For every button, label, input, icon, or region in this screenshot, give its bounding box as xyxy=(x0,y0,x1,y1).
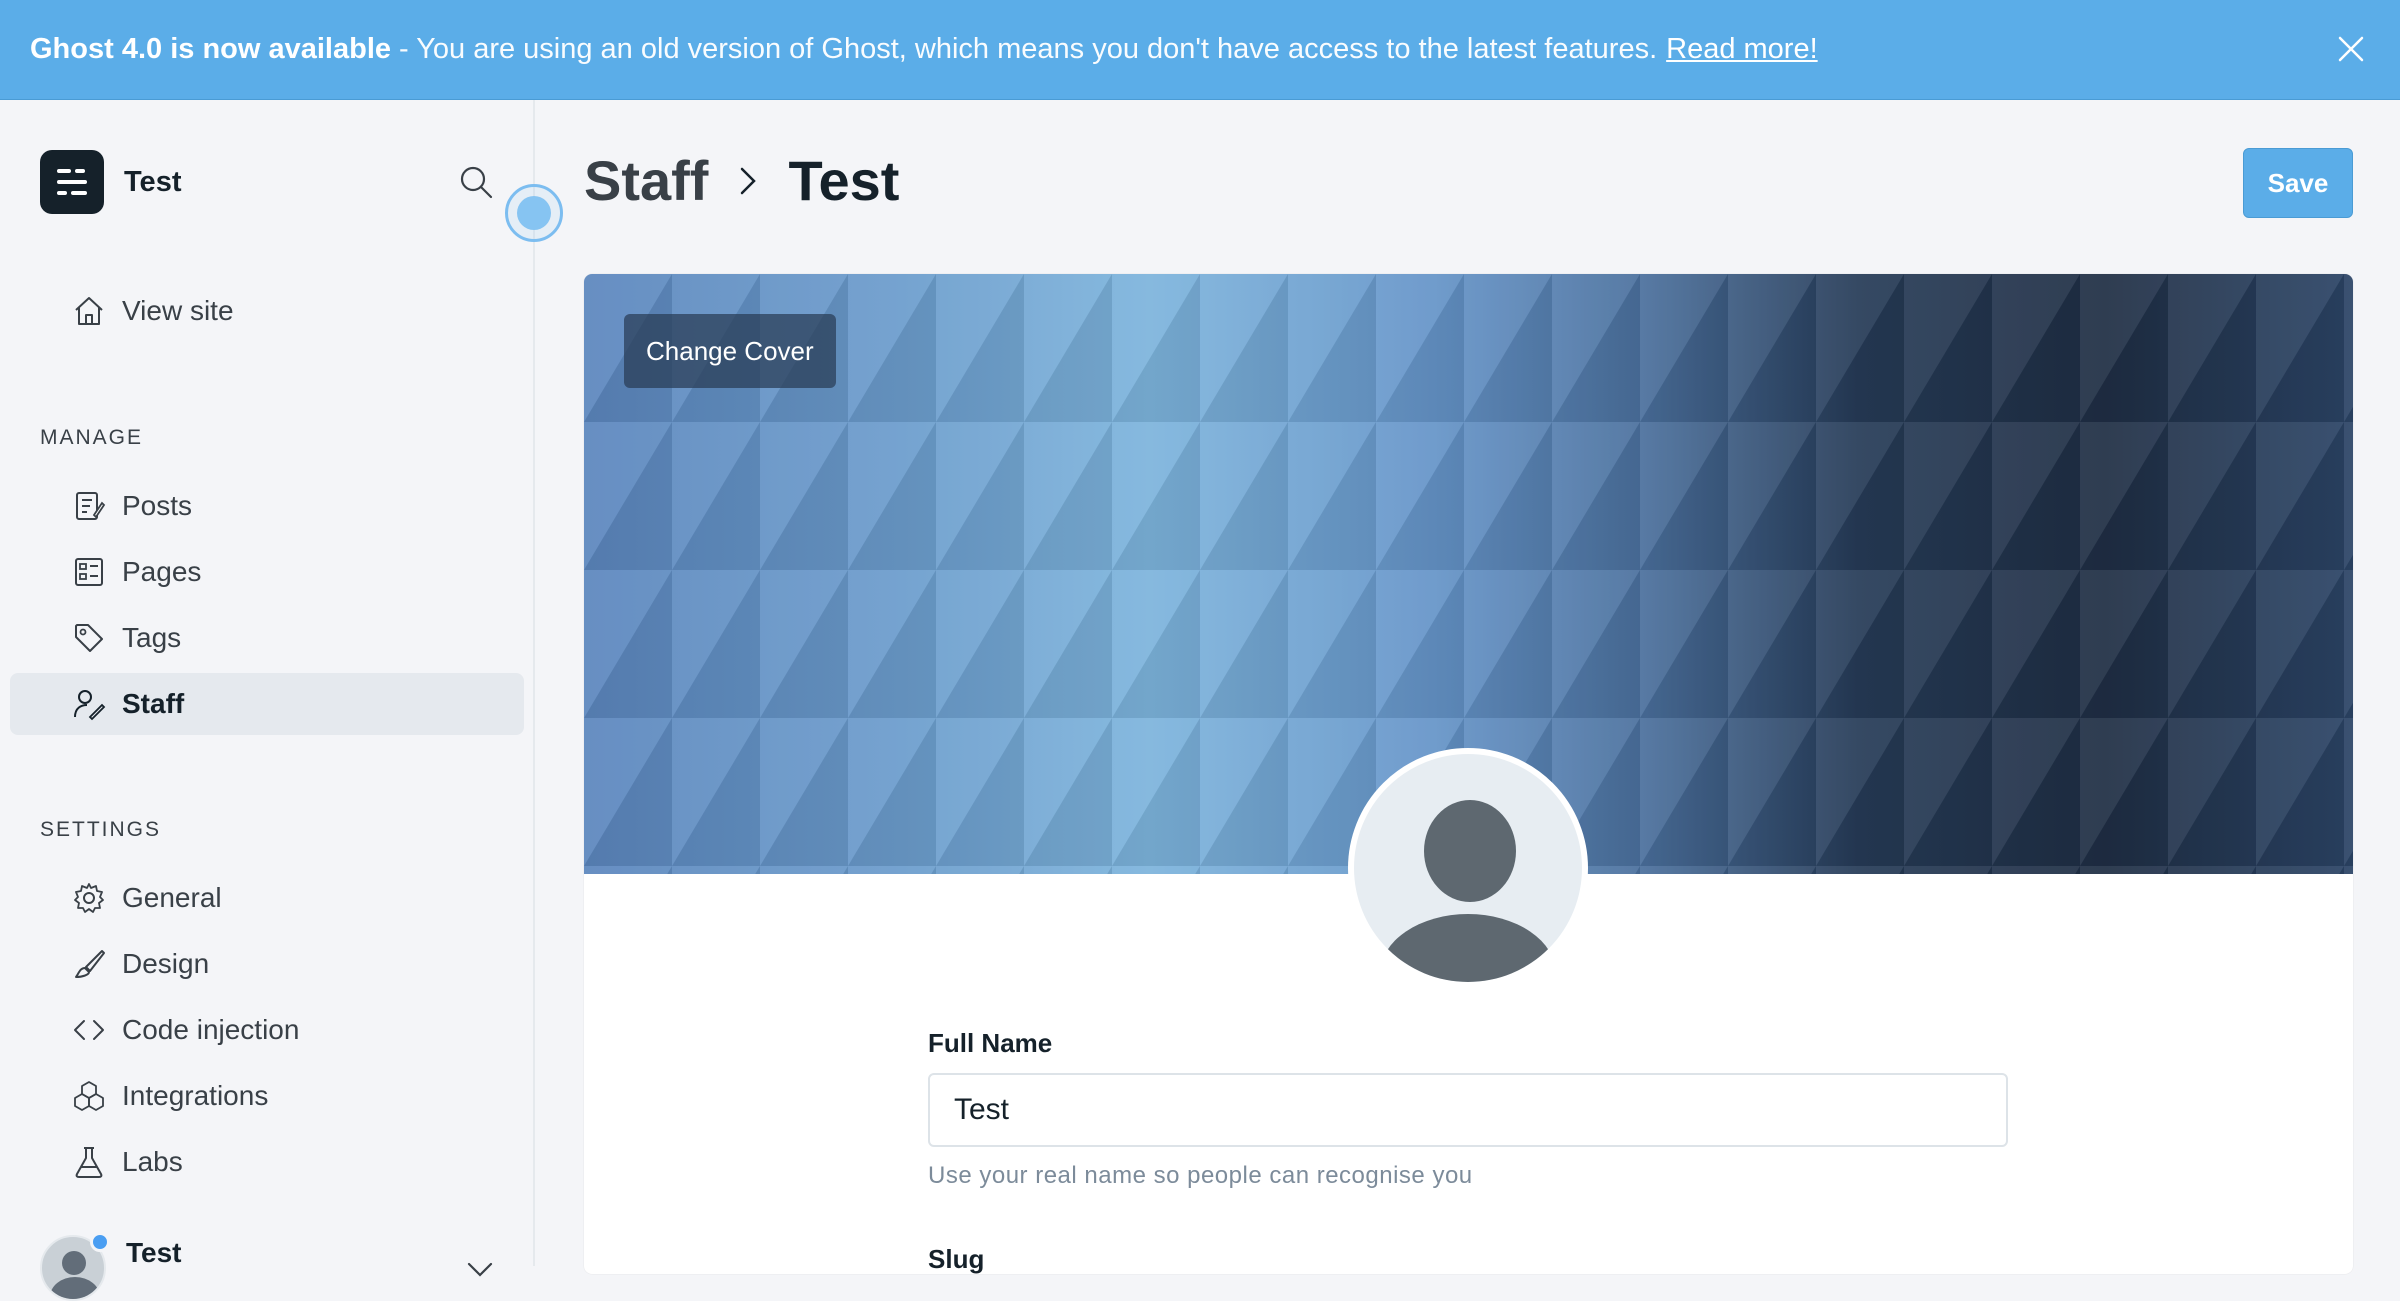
sidebar: Test View site MANAGE Posts Pages Tags S… xyxy=(0,100,563,1301)
banner-read-more-link[interactable]: Read more! xyxy=(1666,33,1818,66)
site-header[interactable]: Test xyxy=(40,150,181,214)
breadcrumb-staff-link[interactable]: Staff xyxy=(584,148,708,213)
profile-card: Change Cover Full Name Use your real nam… xyxy=(584,274,2353,1274)
flask-icon xyxy=(75,1147,103,1178)
nav-view-site[interactable]: View site xyxy=(10,280,524,342)
nav-design[interactable]: Design xyxy=(10,933,524,995)
brush-icon xyxy=(75,950,105,978)
nav-tags-label: Tags xyxy=(122,622,182,653)
user-menu[interactable]: Test xyxy=(40,1235,182,1301)
full-name-label: Full Name xyxy=(928,1028,1053,1058)
banner-message: - You are using an old version of Ghost,… xyxy=(399,33,1658,65)
full-name-input[interactable] xyxy=(928,1073,2008,1147)
nav-integrations-label: Integrations xyxy=(122,1080,269,1111)
status-indicator xyxy=(90,1232,110,1252)
nav-labs[interactable]: Labs xyxy=(10,1131,524,1193)
nav-pages[interactable]: Pages xyxy=(10,541,524,603)
site-logo-icon xyxy=(40,150,104,214)
nav-code-injection[interactable]: Code injection xyxy=(10,999,524,1061)
nav-staff-label: Staff xyxy=(122,688,185,719)
gear-icon xyxy=(74,883,104,913)
staff-icon xyxy=(74,690,106,721)
nav-labs-label: Labs xyxy=(122,1146,183,1177)
nav-tags[interactable]: Tags xyxy=(10,607,524,669)
breadcrumb: Staff Test xyxy=(584,148,899,213)
settings-section-label: SETTINGS xyxy=(40,818,162,841)
site-name: Test xyxy=(124,165,182,198)
nav-view-site-label: View site xyxy=(122,295,234,326)
nav-pages-label: Pages xyxy=(122,556,202,587)
banner-title: Ghost 4.0 is now available xyxy=(30,33,392,65)
nav-posts[interactable]: Posts xyxy=(10,475,524,537)
pages-icon xyxy=(75,558,103,586)
nav-posts-label: Posts xyxy=(122,490,193,521)
manage-section-label: MANAGE xyxy=(40,426,144,449)
nav-general[interactable]: General xyxy=(10,867,524,929)
search-icon[interactable] xyxy=(458,164,494,200)
change-cover-button[interactable]: Change Cover xyxy=(624,314,836,388)
profile-picture[interactable] xyxy=(1348,748,1588,988)
cursor-indicator xyxy=(505,184,563,242)
tags-icon xyxy=(75,624,103,652)
integrations-icon xyxy=(74,1081,104,1111)
slug-label: Slug xyxy=(928,1244,985,1274)
nav-staff[interactable]: Staff xyxy=(10,673,524,735)
update-banner: Ghost 4.0 is now available - You are usi… xyxy=(0,0,2400,100)
nav-general-label: General xyxy=(122,882,222,913)
full-name-hint: Use your real name so people can recogni… xyxy=(928,1162,1473,1189)
posts-icon xyxy=(76,492,106,520)
chevron-down-icon[interactable] xyxy=(465,1260,495,1280)
code-icon xyxy=(74,1020,104,1040)
nav-code-injection-label: Code injection xyxy=(122,1014,300,1045)
page-title: Test xyxy=(788,149,900,212)
user-name: Test xyxy=(126,1237,182,1268)
close-icon[interactable] xyxy=(2336,34,2366,64)
nav-integrations[interactable]: Integrations xyxy=(10,1065,524,1127)
chevron-right-icon xyxy=(741,167,757,194)
home-icon xyxy=(75,297,103,325)
save-button[interactable]: Save xyxy=(2243,148,2353,218)
nav-design-label: Design xyxy=(122,948,210,979)
